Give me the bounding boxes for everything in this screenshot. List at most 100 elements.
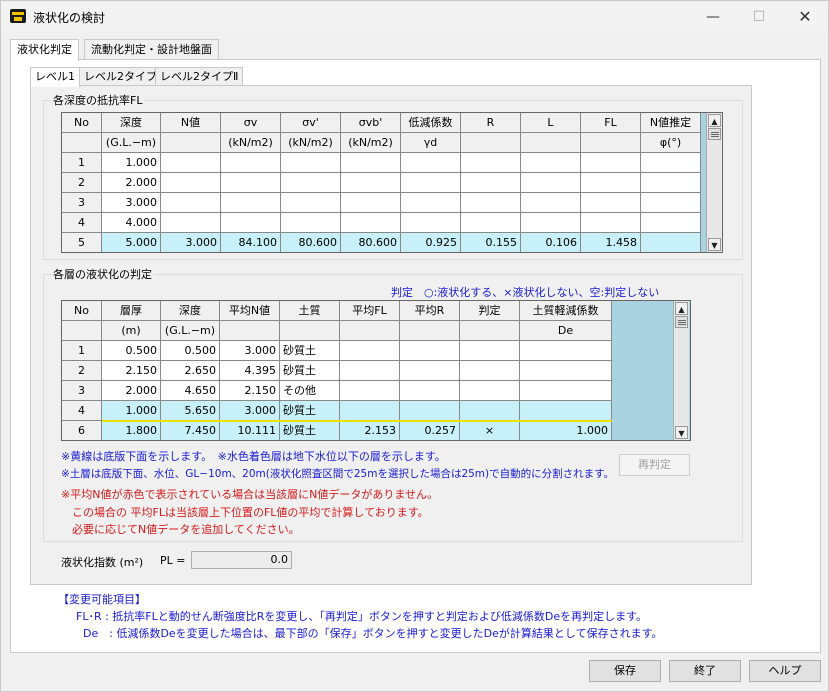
close-icon[interactable]: ✕ [782,1,828,32]
fl-grid-cell[interactable] [521,193,581,213]
layer-grid-cell[interactable]: 2.650 [161,361,220,381]
fl-grid-cell[interactable] [401,173,461,193]
layer-grid-cell[interactable]: 0.257 [400,421,460,440]
fl-grid-cell[interactable] [641,193,701,213]
layer-grid-cell[interactable]: 1.000 [520,421,612,440]
layer-grid-cell[interactable]: 4.395 [220,361,280,381]
scroll-down-icon[interactable]: ▼ [708,238,721,251]
layer-grid-cell[interactable]: 0.500 [102,341,161,361]
scroll-thumb[interactable] [675,316,688,328]
fl-grid-cell[interactable] [161,213,221,233]
layer-grid-cell[interactable]: 2.150 [220,381,280,401]
exit-button[interactable]: 終了 [669,660,741,682]
layer-grid-cell[interactable] [460,381,520,401]
layer-grid-cell[interactable] [520,361,612,381]
fl-grid-cell[interactable] [221,173,281,193]
layer-grid-cell[interactable] [400,381,460,401]
fl-grid-cell[interactable]: 0.155 [461,233,521,252]
tab-liquefaction-judgment[interactable]: 液状化判定 [10,39,79,61]
fl-grid-cell[interactable]: 80.600 [341,233,401,252]
fl-grid-cell[interactable] [281,213,341,233]
rejudge-button[interactable]: 再判定 [619,454,690,476]
fl-grid-cell[interactable] [461,213,521,233]
help-button[interactable]: ヘルプ [749,660,821,682]
fl-grid-cell[interactable]: 84.100 [221,233,281,252]
scroll-up-icon[interactable]: ▲ [675,302,688,315]
layer-grid-cell[interactable]: 5.650 [161,401,220,421]
fl-grid-cell[interactable] [521,173,581,193]
fl-grid-cell[interactable]: 3.000 [102,193,161,213]
fl-grid-cell[interactable] [401,193,461,213]
layer-grid-cell[interactable] [460,401,520,421]
layer-grid-cell[interactable]: 0.500 [161,341,220,361]
tab-level2-type1[interactable]: レベル2タイプⅠ [79,67,166,86]
fl-grid-cell[interactable] [281,173,341,193]
fl-grid-cell[interactable]: 0.106 [521,233,581,252]
layer-grid-cell[interactable]: 砂質土 [280,421,340,440]
layer-grid-cell[interactable]: 2.150 [102,361,161,381]
fl-grid-cell[interactable] [581,213,641,233]
fl-grid-cell[interactable] [401,213,461,233]
layer-grid-cell[interactable]: 2.000 [102,381,161,401]
fl-grid-cell[interactable] [641,213,701,233]
fl-grid-cell[interactable] [401,153,461,173]
layer-grid-cell[interactable]: 10.111 [220,421,280,440]
fl-grid-cell[interactable] [521,153,581,173]
fl-grid-cell[interactable] [641,173,701,193]
layer-grid-cell[interactable]: その他 [280,381,340,401]
fl-grid-cell[interactable]: 2.000 [102,173,161,193]
layer-grid-cell[interactable]: 3.000 [220,341,280,361]
layer-grid-cell[interactable] [460,341,520,361]
fl-grid-cell[interactable] [221,153,281,173]
fl-grid-cell[interactable] [641,233,701,252]
fl-grid-cell[interactable] [281,153,341,173]
fl-grid-cell[interactable] [461,153,521,173]
save-button[interactable]: 保存 [589,660,661,682]
fl-grid-cell[interactable]: 80.600 [281,233,341,252]
layer-grid-cell[interactable] [400,361,460,381]
layer-grid-cell[interactable]: 砂質土 [280,401,340,421]
fl-grid-cell[interactable] [641,153,701,173]
fl-grid-cell[interactable] [581,193,641,213]
fl-grid-cell[interactable] [461,193,521,213]
fl-grid-cell[interactable] [341,193,401,213]
layer-grid-cell[interactable] [520,381,612,401]
fl-grid-cell[interactable] [341,213,401,233]
layer-grid-cell[interactable]: 砂質土 [280,361,340,381]
fl-grid-cell[interactable]: 5.000 [102,233,161,252]
scroll-up-icon[interactable]: ▲ [708,114,721,127]
layer-grid-cell[interactable]: 7.450 [161,421,220,440]
minimize-icon[interactable]: — [690,1,736,32]
fl-grid-cell[interactable] [341,153,401,173]
layer-grid-cell[interactable]: 4.650 [161,381,220,401]
layer-grid-cell[interactable] [400,401,460,421]
fl-grid-cell[interactable] [461,173,521,193]
layer-grid-cell[interactable]: 1.000 [102,401,161,421]
layer-grid-cell[interactable] [400,341,460,361]
layer-grid-cell[interactable] [340,341,400,361]
layer-grid-cell[interactable]: 2.153 [340,421,400,440]
fl-grid-cell[interactable] [161,153,221,173]
fl-grid-cell[interactable] [221,193,281,213]
tab-fluidization-judgment[interactable]: 流動化判定・設計地盤面 [84,39,219,60]
fl-grid-cell[interactable]: 1.458 [581,233,641,252]
fl-grid-cell[interactable] [221,213,281,233]
fl-grid-cell[interactable] [581,173,641,193]
layer-grid-cell[interactable] [340,381,400,401]
layer-grid-cell[interactable]: 1.800 [102,421,161,440]
layer-grid-cell[interactable] [340,361,400,381]
maximize-icon[interactable]: ☐ [736,1,782,32]
layer-grid-cell[interactable] [520,341,612,361]
fl-grid-cell[interactable] [341,173,401,193]
fl-grid-cell[interactable]: 0.925 [401,233,461,252]
tab-level2-type2[interactable]: レベル2タイプⅡ [155,67,244,86]
layer-grid-cell[interactable] [460,361,520,381]
layer-grid-cell[interactable] [340,401,400,421]
fl-grid-cell[interactable]: 3.000 [161,233,221,252]
scroll-thumb[interactable] [708,128,721,140]
fl-grid-cell[interactable] [161,173,221,193]
scroll-down-icon[interactable]: ▼ [675,426,688,439]
fl-grid-cell[interactable] [281,193,341,213]
layer-grid-cell[interactable] [520,401,612,421]
fl-grid-cell[interactable] [581,153,641,173]
